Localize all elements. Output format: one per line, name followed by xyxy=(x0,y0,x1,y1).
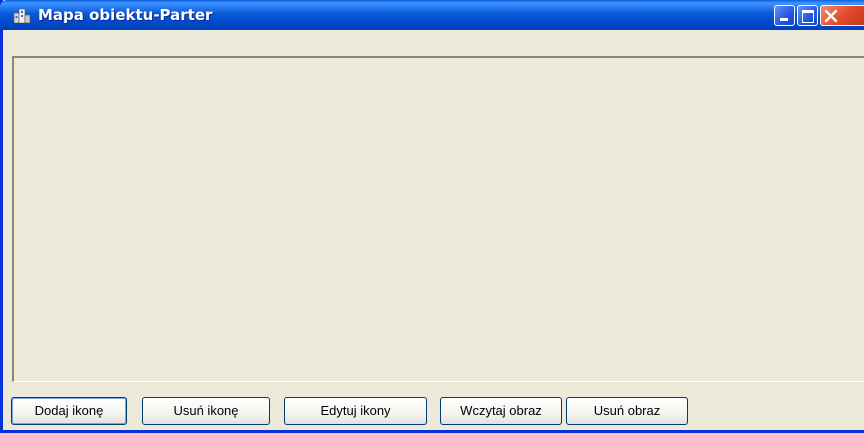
map-canvas[interactable] xyxy=(12,56,864,382)
building-map-icon xyxy=(13,7,31,24)
load-image-button[interactable]: Wczytaj obraz xyxy=(440,397,562,425)
add-icon-button[interactable]: Dodaj ikonę xyxy=(11,397,127,425)
title-bar[interactable]: Mapa obiektu-Parter xyxy=(0,0,864,30)
maximize-button[interactable] xyxy=(797,5,818,26)
remove-icon-button[interactable]: Usuń ikonę xyxy=(142,397,270,425)
edit-icons-button[interactable]: Edytuj ikony xyxy=(284,397,427,425)
maximize-icon xyxy=(802,10,814,23)
map-window: Mapa obiektu-Parter Dodaj ikonę Usuń iko… xyxy=(0,0,864,433)
minimize-button[interactable] xyxy=(774,5,795,26)
remove-image-button[interactable]: Usuń obraz xyxy=(566,397,688,425)
window-title: Mapa obiektu-Parter xyxy=(38,6,213,24)
close-button[interactable] xyxy=(820,5,864,26)
close-icon xyxy=(823,8,839,28)
minimize-icon xyxy=(780,18,788,21)
